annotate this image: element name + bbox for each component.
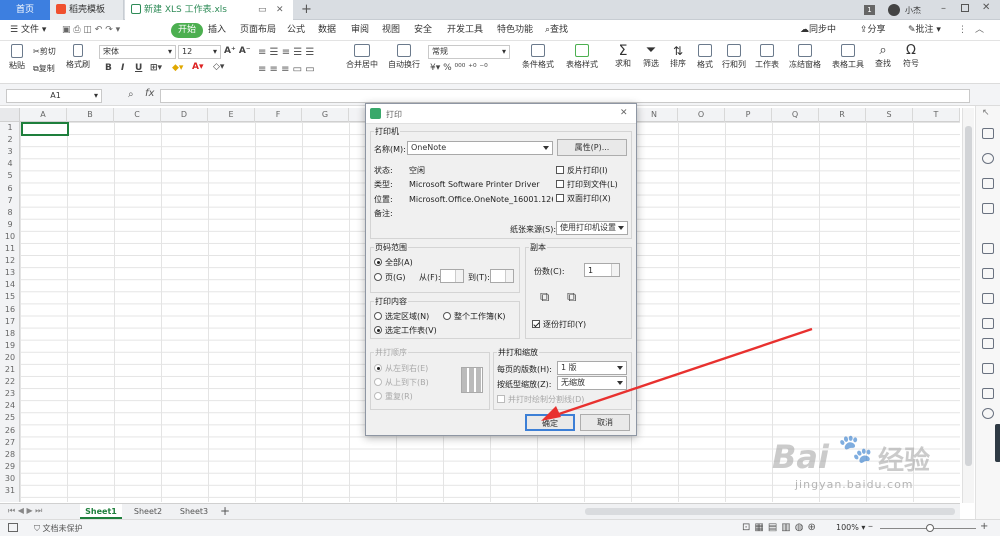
arrow-head (541, 406, 561, 421)
arrow-shaft (552, 327, 813, 418)
red-arrow-annotation (541, 327, 813, 421)
